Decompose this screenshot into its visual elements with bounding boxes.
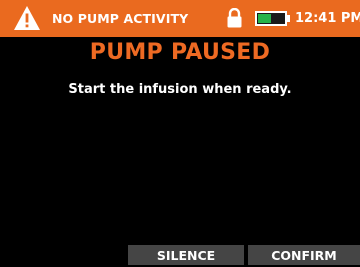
alarm-message: Start the infusion when ready.: [68, 82, 292, 97]
silence-button[interactable]: SILENCE: [128, 245, 244, 265]
confirm-button[interactable]: CONFIRM: [248, 245, 360, 265]
status-bar: NO PUMP ACTIVITY 12:41 PM: [0, 0, 360, 37]
warning-triangle-icon: [14, 6, 40, 30]
battery-icon: [255, 11, 290, 26]
clock: 12:41 PM: [295, 11, 360, 26]
lock-icon: [227, 8, 242, 28]
battery-fill: [258, 14, 271, 23]
alarm-title: PUMP PAUSED: [89, 40, 271, 65]
status-text: NO PUMP ACTIVITY: [52, 11, 189, 26]
